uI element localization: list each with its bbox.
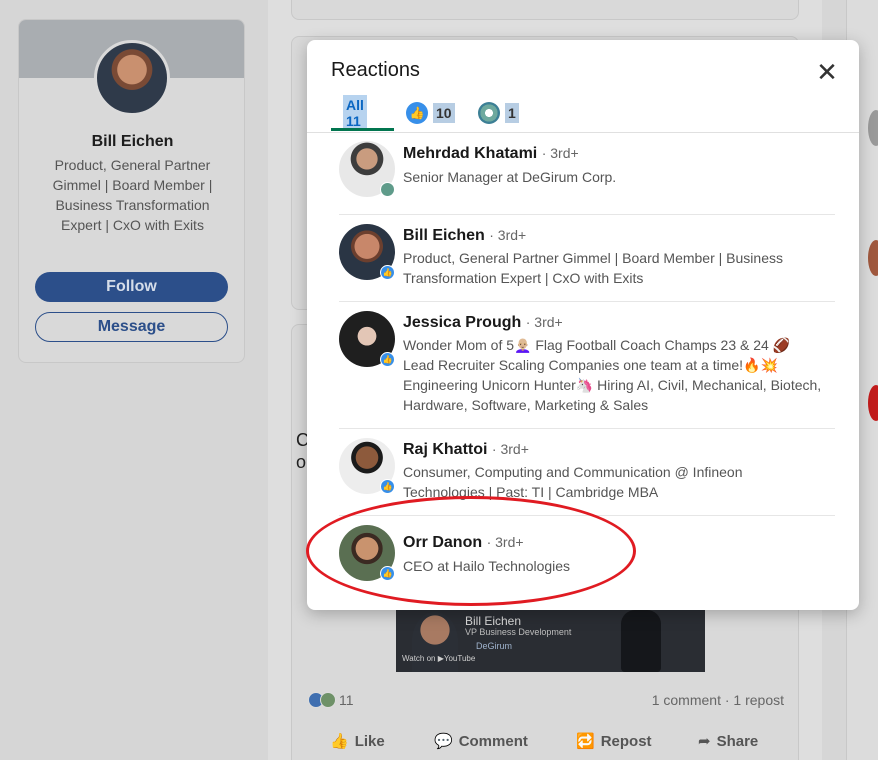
reactor-name[interactable]: Jessica Prough · 3rd+ xyxy=(403,314,563,332)
video-brand: DeGirum xyxy=(476,641,513,651)
connection-degree: · 3rd+ xyxy=(491,441,529,457)
avatar[interactable] xyxy=(94,40,170,116)
tab-support[interactable]: 1 xyxy=(478,94,519,132)
tab-like[interactable]: 👍 10 xyxy=(406,94,455,132)
reactor-headline: Senior Manager at DeGirum Corp. xyxy=(403,169,617,185)
reactor-name-text: Orr Danon xyxy=(403,534,483,551)
comments-reposts-count[interactable]: 1 comment · 1 repost xyxy=(652,692,784,708)
connection-degree: · 3rd+ xyxy=(486,534,524,550)
reactor-name[interactable]: Mehrdad Khatami · 3rd+ xyxy=(403,145,579,163)
reactor-headline: Product, General Partner Gimmel | Board … xyxy=(403,250,783,286)
profile-headline: Product, General Partner Gimmel | Board … xyxy=(52,157,213,233)
reactions-modal: Reactions ✕ All 11 👍 10 1 Mehrdad Khatam… xyxy=(307,40,859,610)
feed-card xyxy=(291,0,799,20)
reactors-list[interactable]: Mehrdad Khatami · 3rd+ Senior Manager at… xyxy=(307,133,859,610)
modal-title: Reactions xyxy=(331,59,420,81)
video-thumbnail[interactable]: Bill Eichen VP Business Development DeGi… xyxy=(396,610,705,672)
reactor-name-text: Jessica Prough xyxy=(403,314,522,331)
tab-all-label: All 11 xyxy=(343,95,367,131)
avatar[interactable] xyxy=(868,110,878,146)
connection-degree: · 3rd+ xyxy=(489,227,527,243)
like-button[interactable]: 👍 Like xyxy=(330,732,385,751)
reactor-name-text: Raj Khattoi xyxy=(403,441,488,458)
video-person-image xyxy=(412,612,458,672)
active-tab-indicator xyxy=(331,128,394,131)
comment-label: Comment xyxy=(458,732,528,750)
reactor-headline: Wonder Mom of 5👩🏼‍🦲 Flag Football Coach … xyxy=(403,337,822,413)
reactor-name[interactable]: Orr Danon · 3rd+ xyxy=(403,534,524,552)
avatar[interactable] xyxy=(868,385,878,421)
reactor-headline: CEO at Hailo Technologies xyxy=(403,558,571,574)
thumbs-up-icon: 👍 xyxy=(330,733,349,750)
message-button[interactable]: Message xyxy=(35,312,228,342)
reactor-name[interactable]: Raj Khattoi · 3rd+ xyxy=(403,441,529,459)
reactor-name-text: Bill Eichen xyxy=(403,227,485,244)
comment-button[interactable]: 💬 Comment xyxy=(434,732,528,751)
reaction-count[interactable]: 11 xyxy=(339,692,354,708)
list-item[interactable]: Mehrdad Khatami · 3rd+ Senior Manager at… xyxy=(339,133,835,215)
list-item[interactable]: 👍 Jessica Prough · 3rd+ Wonder Mom of 5👩… xyxy=(339,302,835,429)
like-icon: 👍 xyxy=(406,102,428,124)
like-label: Like xyxy=(354,732,385,750)
watch-on-youtube[interactable]: Watch on ▶YouTube xyxy=(402,654,475,663)
support-icon xyxy=(320,692,336,708)
comment-icon: 💬 xyxy=(434,733,453,750)
tab-like-count: 10 xyxy=(433,103,455,123)
reaction-icons[interactable] xyxy=(308,692,336,708)
like-icon: 👍 xyxy=(380,479,395,494)
like-icon: 👍 xyxy=(380,265,395,280)
support-icon xyxy=(380,182,395,197)
list-item[interactable]: 👍 Raj Khattoi · 3rd+ Consumer, Computing… xyxy=(339,429,835,516)
like-icon: 👍 xyxy=(380,352,395,367)
connection-degree: · 3rd+ xyxy=(525,314,563,330)
list-item[interactable]: 👍 Orr Danon · 3rd+ CEO at Hailo Technolo… xyxy=(339,516,835,610)
support-icon xyxy=(478,102,500,124)
share-icon: ➦ xyxy=(698,733,711,750)
post-stats: 11 1 comment · 1 repost xyxy=(308,692,784,710)
tab-all[interactable]: All 11 xyxy=(343,94,367,132)
reactor-name[interactable]: Bill Eichen · 3rd+ xyxy=(403,227,526,245)
post-text-fragment: o xyxy=(296,452,307,472)
profile-name[interactable]: Bill Eichen xyxy=(19,133,244,151)
tab-support-count: 1 xyxy=(505,103,519,123)
repost-button[interactable]: 🔁 Repost xyxy=(576,732,652,751)
connection-degree: · 3rd+ xyxy=(541,145,579,161)
follow-button[interactable]: Follow xyxy=(35,272,228,302)
avatar[interactable] xyxy=(868,240,878,276)
share-label: Share xyxy=(716,732,759,750)
microphone-image xyxy=(621,610,661,672)
video-name: Bill Eichen xyxy=(465,614,522,628)
like-icon: 👍 xyxy=(380,566,395,581)
close-icon[interactable]: ✕ xyxy=(811,56,843,88)
share-button[interactable]: ➦ Share xyxy=(698,732,759,751)
reactor-name-text: Mehrdad Khatami xyxy=(403,145,538,162)
list-item[interactable]: 👍 Bill Eichen · 3rd+ Product, General Pa… xyxy=(339,215,835,302)
repost-label: Repost xyxy=(600,732,652,750)
video-role: VP Business Development xyxy=(465,627,572,637)
repost-icon: 🔁 xyxy=(576,733,595,750)
post-actions: 👍 Like 💬 Comment 🔁 Repost ➦ Share xyxy=(330,732,760,752)
profile-card: Bill Eichen Product, General Partner Gim… xyxy=(18,19,245,363)
reactor-headline: Consumer, Computing and Communication @ … xyxy=(403,464,743,500)
